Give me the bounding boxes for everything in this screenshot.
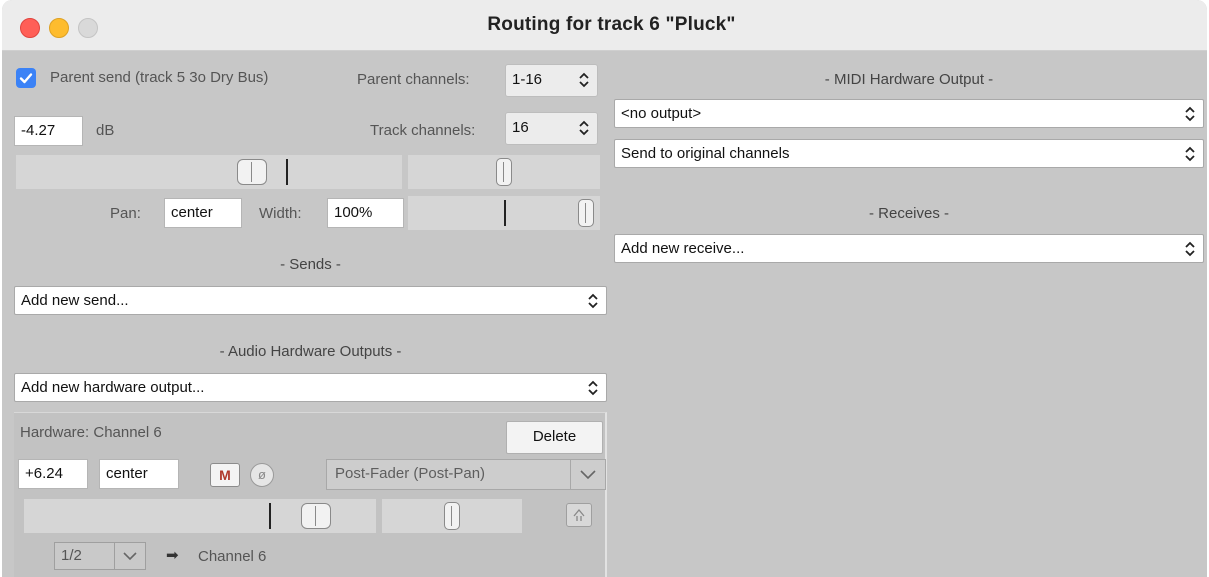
hw-volume-fader[interactable]: [24, 499, 376, 533]
width-label: Width:: [259, 205, 302, 222]
parent-channels-value: 1-16: [512, 71, 543, 88]
chevron-down-icon: [123, 552, 137, 561]
add-hardware-output-text: Add new hardware output...: [21, 379, 205, 396]
routing-window: Routing for track 6 "Pluck" Parent send …: [2, 0, 1207, 577]
track-channels-value: 16: [512, 119, 529, 136]
width-fader[interactable]: [408, 196, 600, 230]
io-routing-icon[interactable]: [566, 503, 592, 527]
midi-channels-value: Send to original channels: [621, 145, 790, 162]
track-channels-select[interactable]: 16: [505, 112, 598, 145]
chevron-updown-icon: [1185, 146, 1195, 162]
chevron-down-icon: [580, 470, 596, 480]
mute-button[interactable]: M: [210, 463, 240, 487]
track-channels-label: Track channels:: [370, 122, 476, 139]
parent-volume-input[interactable]: -4.27: [14, 116, 83, 146]
hw-volume-fader-handle[interactable]: [301, 503, 331, 529]
midi-output-select[interactable]: <no output>: [614, 99, 1204, 128]
hw-pan-input[interactable]: center: [99, 459, 179, 489]
pan-label: Pan:: [110, 205, 141, 222]
up-arrow-icon: [573, 508, 585, 521]
send-mode-select[interactable]: Post-Fader (Post-Pan): [326, 459, 606, 490]
parent-send-checkbox[interactable]: [16, 68, 36, 88]
chevron-updown-icon: [588, 380, 598, 396]
sends-header: - Sends -: [280, 256, 341, 273]
parent-channels-select[interactable]: 1-16: [505, 64, 598, 97]
pan-fader[interactable]: [408, 155, 600, 189]
hw-channel-dropdown-arrow: [114, 543, 145, 569]
phase-invert-button[interactable]: ø: [250, 463, 274, 487]
volume-fader[interactable]: [16, 155, 402, 189]
hw-channel-select[interactable]: 1/2: [54, 542, 146, 570]
chevron-updown-icon: [1185, 106, 1195, 122]
volume-fader-handle[interactable]: [237, 159, 267, 185]
arrow-right-icon: ➡: [166, 547, 179, 564]
chevron-updown-icon: [588, 293, 598, 309]
midi-output-value: <no output>: [621, 105, 702, 122]
add-send-text: Add new send...: [21, 292, 129, 309]
add-send-select[interactable]: Add new send...: [14, 286, 607, 315]
title-bar: Routing for track 6 "Pluck": [2, 0, 1207, 51]
hw-channel-select-value: 1/2: [61, 547, 82, 564]
phase-invert-icon: ø: [258, 467, 266, 482]
chevron-updown-icon: [579, 72, 589, 88]
hardware-channel-label: Hardware: Channel 6: [20, 424, 162, 441]
width-input[interactable]: 100%: [327, 198, 404, 228]
width-center-marker: [504, 200, 506, 226]
chevron-updown-icon: [579, 120, 589, 136]
add-receive-text: Add new receive...: [621, 240, 745, 257]
hardware-output-panel: Hardware: Channel 6 Delete +6.24 center …: [14, 412, 607, 577]
pan-input[interactable]: center: [164, 198, 242, 228]
add-hardware-output-select[interactable]: Add new hardware output...: [14, 373, 607, 402]
hw-volume-input[interactable]: +6.24: [18, 459, 88, 489]
hw-pan-fader-handle[interactable]: [444, 502, 460, 530]
delete-hardware-output-button[interactable]: Delete: [506, 421, 603, 454]
unity-gain-marker: [286, 159, 288, 185]
parent-channels-label: Parent channels:: [357, 71, 470, 88]
midi-hw-header: - MIDI Hardware Output -: [824, 71, 994, 88]
add-receive-select[interactable]: Add new receive...: [614, 234, 1204, 263]
pan-fader-handle[interactable]: [496, 158, 512, 186]
checkmark-icon: [19, 73, 33, 84]
midi-channels-select[interactable]: Send to original channels: [614, 139, 1204, 168]
hw-unity-gain-marker: [269, 503, 271, 529]
hw-pan-fader[interactable]: [382, 499, 522, 533]
width-fader-handle[interactable]: [578, 199, 594, 227]
send-mode-value: Post-Fader (Post-Pan): [335, 465, 486, 482]
parent-send-label[interactable]: Parent send (track 5 3o Dry Bus): [50, 69, 268, 86]
hw-destination-label: Channel 6: [198, 548, 267, 565]
receives-header: - Receives -: [868, 205, 950, 222]
send-mode-dropdown-arrow: [570, 460, 605, 489]
volume-unit-label: dB: [96, 122, 115, 139]
window-title: Routing for track 6 "Pluck": [487, 14, 736, 35]
audio-hw-header: - Audio Hardware Outputs -: [219, 343, 402, 360]
chevron-updown-icon: [1185, 241, 1195, 257]
